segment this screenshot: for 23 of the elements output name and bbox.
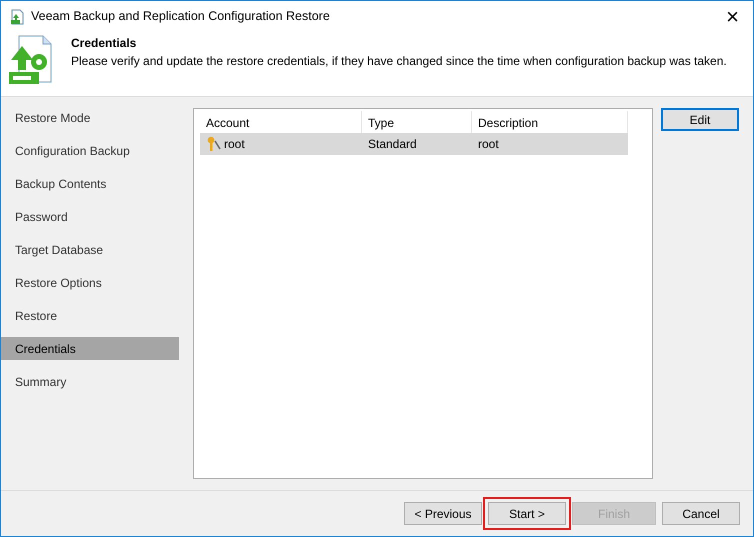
sidebar-item[interactable]: Backup Contents [1, 172, 179, 195]
sidebar-item[interactable]: Password [1, 205, 179, 228]
wizard-button[interactable]: Cancel [662, 502, 740, 525]
sidebar-item[interactable]: Credentials [1, 337, 179, 360]
edit-button[interactable]: Edit [661, 108, 739, 131]
table-cell: root [472, 133, 628, 155]
close-button[interactable]: × [720, 6, 745, 28]
page-description: Please verify and update the restore credentials, if they have changed since the time when configuration backup was taken. [71, 53, 727, 70]
app-icon [9, 8, 25, 24]
sidebar-item[interactable]: Restore Mode [1, 106, 179, 129]
sidebar-item[interactable]: Restore Options [1, 271, 179, 294]
wizard-button[interactable]: Start > [488, 502, 566, 525]
wizard-button[interactable]: < Previous [404, 502, 482, 525]
account-name: root [224, 136, 245, 153]
sidebar-item[interactable]: Summary [1, 370, 179, 393]
table-cell: Standard [362, 133, 472, 155]
key-icon [206, 136, 222, 152]
table-cell[interactable]: root [200, 133, 362, 155]
page-title: Credentials [71, 35, 138, 52]
sidebar-item[interactable]: Restore [1, 304, 179, 327]
sidebar-item[interactable]: Target Database [1, 238, 179, 261]
window-title: Veeam Backup and Replication Configuration Restore [31, 8, 330, 26]
sidebar-item[interactable]: Configuration Backup [1, 139, 179, 162]
